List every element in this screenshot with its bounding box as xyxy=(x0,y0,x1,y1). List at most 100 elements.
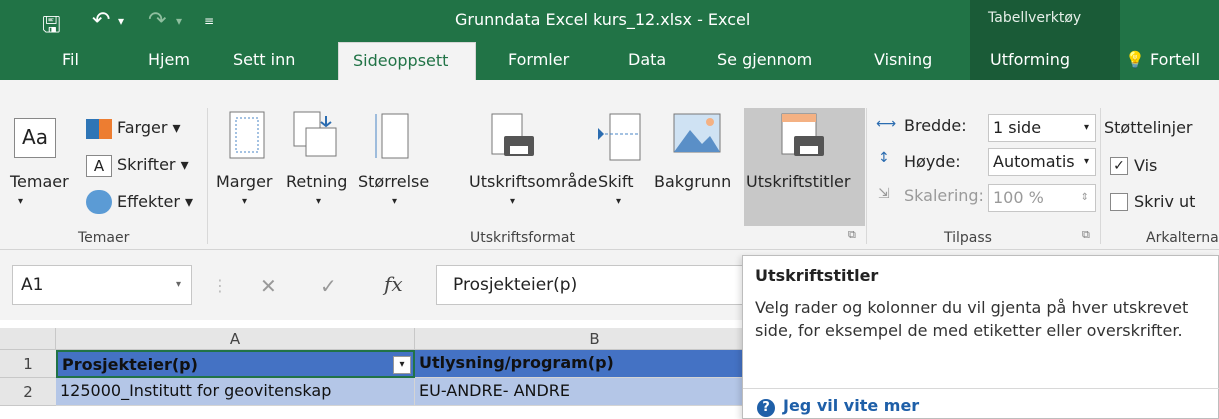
scale-icon: ⇲ xyxy=(878,186,890,202)
height-select[interactable]: Automatis ▾ xyxy=(988,148,1096,176)
width-value: 1 side xyxy=(993,118,1042,137)
effects-icon xyxy=(86,190,112,214)
tab-home[interactable]: Hjem xyxy=(134,42,204,80)
customize-qat-icon[interactable]: ≡ xyxy=(204,14,214,28)
help-icon: ? xyxy=(757,399,775,417)
scale-group-label: Tilpass xyxy=(944,230,992,246)
chevron-down-icon: ▾ xyxy=(1083,122,1089,133)
themes-button[interactable]: Temaer xyxy=(10,172,69,191)
table-cell[interactable]: EU-ANDRE- ANDRE xyxy=(415,378,775,406)
themes-dropdown-icon[interactable]: ▾ xyxy=(18,196,23,207)
cancel-icon[interactable]: ✕ xyxy=(260,274,277,298)
tooltip-divider xyxy=(743,388,1219,389)
effects-button[interactable]: Effekter ▾ xyxy=(117,192,193,211)
margins-button[interactable]: Marger xyxy=(216,172,272,191)
name-box[interactable]: A1 ▾ xyxy=(12,265,192,305)
save-icon[interactable]: 🖫 xyxy=(42,8,61,46)
print-area-button[interactable]: Utskriftsområde xyxy=(469,172,597,191)
chevron-down-icon[interactable]: ▾ xyxy=(176,266,181,304)
ribbon-separator xyxy=(207,108,208,244)
undo-dropdown-icon[interactable]: ▾ xyxy=(118,14,124,28)
column-header-b[interactable]: B xyxy=(415,328,775,350)
tab-file[interactable]: Fil xyxy=(48,42,93,80)
undo-icon[interactable]: ↶ xyxy=(92,8,110,33)
table-header-cell[interactable]: Utlysning/program(p) xyxy=(415,350,775,378)
print-titles-icon xyxy=(781,113,824,156)
redo-icon[interactable]: ↷ xyxy=(148,8,166,33)
scale-spinner[interactable]: 100 % ⇕ xyxy=(988,184,1096,212)
window-title: Grunndata Excel kurs_12.xlsx - Excel xyxy=(455,10,751,29)
learn-more-link[interactable]: ? Jeg vil vite mer xyxy=(757,396,919,417)
tab-design[interactable]: Utforming xyxy=(976,42,1084,80)
colors-button[interactable]: Farger ▾ xyxy=(117,118,181,137)
lightbulb-icon: 💡 xyxy=(1125,50,1145,69)
drag-handle-icon[interactable]: ⋮ xyxy=(212,276,228,295)
size-button[interactable]: Størrelse xyxy=(358,172,429,191)
row-header-1[interactable]: 1 xyxy=(0,350,56,378)
gridlines-label: Støttelinjer xyxy=(1104,118,1193,137)
chevron-down-icon: ▾ xyxy=(1083,149,1089,175)
learn-more-label: Jeg vil vite mer xyxy=(783,396,920,415)
orientation-icon xyxy=(293,111,337,157)
table-cell[interactable]: 125000_Institutt for geovitenskap xyxy=(56,378,415,406)
breaks-icon xyxy=(598,113,641,161)
row-header-2[interactable]: 2 xyxy=(0,378,56,406)
gridlines-print-checkbox[interactable] xyxy=(1110,193,1128,211)
width-select[interactable]: 1 side ▾ xyxy=(988,114,1096,142)
themes-icon[interactable]: Aa xyxy=(14,118,56,158)
tooltip-description: Velg rader og kolonner du vil gjenta på … xyxy=(755,298,1189,340)
tab-insert[interactable]: Sett inn xyxy=(219,42,309,80)
background-icon xyxy=(673,113,721,153)
height-value: Automatis xyxy=(993,152,1075,171)
print-titles-button[interactable]: Utskriftstitler xyxy=(746,172,850,191)
spinner-icon: ⇕ xyxy=(1080,192,1089,203)
ribbon-separator xyxy=(1100,108,1101,244)
margins-dropdown-icon[interactable]: ▾ xyxy=(242,196,247,207)
table-tools-label: Tabellverktøy xyxy=(988,10,1082,26)
redo-dropdown-icon[interactable]: ▾ xyxy=(176,14,182,28)
width-label: Bredde: xyxy=(904,116,967,135)
themes-group-label: Temaer xyxy=(78,230,130,246)
breaks-dropdown-icon[interactable]: ▾ xyxy=(616,196,621,207)
gridlines-view-checkbox[interactable]: ✓ xyxy=(1110,157,1128,175)
page-setup-launcher-icon[interactable]: ⧉ xyxy=(848,228,856,242)
print-area-icon xyxy=(491,113,534,156)
table-header-cell[interactable]: Prosjekteier(p) xyxy=(56,350,415,378)
select-all-corner[interactable] xyxy=(0,328,56,350)
height-label: Høyde: xyxy=(904,152,961,171)
scale-value: 100 % xyxy=(993,188,1044,207)
enter-icon[interactable]: ✓ xyxy=(320,274,337,298)
tooltip-title: Utskriftstitler xyxy=(755,266,879,285)
tab-formulas[interactable]: Formler xyxy=(494,42,583,80)
breaks-button[interactable]: Skift xyxy=(598,172,634,191)
column-header-a[interactable]: A xyxy=(56,328,415,350)
fonts-button[interactable]: Skrifter ▾ xyxy=(117,155,189,174)
tab-review[interactable]: Se gjennom xyxy=(703,42,826,80)
print-titles-tooltip: Utskriftstitler Velg rader og kolonner d… xyxy=(742,255,1219,419)
scale-launcher-icon[interactable]: ⧉ xyxy=(1082,228,1090,242)
width-icon: ⟷ xyxy=(876,116,897,132)
name-box-value: A1 xyxy=(21,275,44,295)
orientation-button[interactable]: Retning xyxy=(286,172,347,191)
ribbon-separator xyxy=(866,108,867,244)
height-icon: ↕ xyxy=(878,150,890,166)
scale-label: Skalering: xyxy=(904,186,984,205)
size-dropdown-icon[interactable]: ▾ xyxy=(392,196,397,207)
filter-dropdown-icon[interactable]: ▾ xyxy=(393,356,411,374)
tab-view[interactable]: Visning xyxy=(860,42,946,80)
insert-function-button[interactable]: fx xyxy=(384,272,403,296)
print-area-dropdown-icon[interactable]: ▾ xyxy=(510,196,515,207)
tab-page-layout[interactable]: Sideoppsett xyxy=(338,42,476,80)
page-setup-group-label: Utskriftsformat xyxy=(470,230,575,246)
gridlines-view-label: Vis xyxy=(1134,156,1158,175)
fonts-icon: A xyxy=(86,155,112,177)
colors-icon xyxy=(86,119,112,139)
sheet-options-group-label: Arkalternat xyxy=(1146,230,1219,246)
margins-icon xyxy=(229,111,265,159)
gridlines-print-label: Skriv ut xyxy=(1134,192,1196,211)
tab-data[interactable]: Data xyxy=(614,42,680,80)
tab-tell-me[interactable]: 💡 Fortell r xyxy=(1125,42,1219,105)
size-icon xyxy=(375,113,409,159)
background-button[interactable]: Bakgrunn xyxy=(654,172,731,191)
orientation-dropdown-icon[interactable]: ▾ xyxy=(316,196,321,207)
